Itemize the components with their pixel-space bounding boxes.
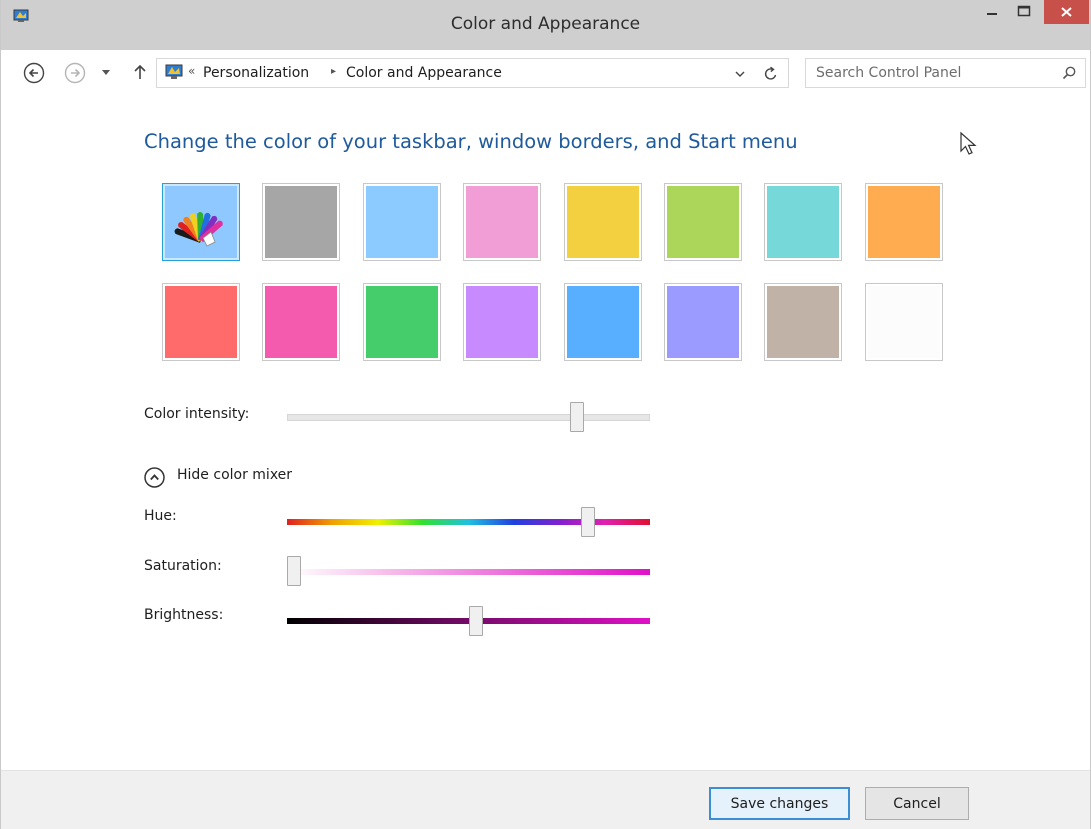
- color-swatch[interactable]: [864, 283, 943, 361]
- hide-color-mixer-label[interactable]: Hide color mixer: [177, 467, 292, 483]
- title-bar: Color and Appearance: [1, 0, 1090, 50]
- color-swatch[interactable]: [463, 283, 542, 361]
- automatic-color-swatch[interactable]: [162, 183, 240, 261]
- hue-label: Hue:: [144, 508, 177, 524]
- brightness-slider-thumb[interactable]: [468, 606, 483, 636]
- mouse-pointer-icon: [960, 131, 977, 155]
- back-arrow-icon[interactable]: [23, 62, 45, 84]
- save-changes-button[interactable]: Save changes: [709, 787, 850, 820]
- saturation-slider-thumb[interactable]: [287, 556, 302, 586]
- color-swatch[interactable]: [362, 283, 441, 361]
- search-icon[interactable]: [1061, 65, 1077, 81]
- swatch-fill: [365, 186, 438, 258]
- color-swatch[interactable]: [162, 283, 240, 361]
- swatch-fill: [265, 186, 338, 258]
- close-icon[interactable]: [1044, 0, 1089, 24]
- breadcrumb-color-and-appearance[interactable]: Color and Appearance: [346, 65, 502, 81]
- breadcrumb-overflow-icon[interactable]: «: [188, 64, 195, 78]
- color-swatch[interactable]: [362, 183, 441, 261]
- hue-slider-track[interactable]: [287, 519, 650, 525]
- refresh-icon[interactable]: [763, 66, 779, 82]
- swatch-fill: [667, 186, 739, 258]
- swatch-fill: [466, 186, 539, 258]
- swatch-fill: [867, 286, 940, 358]
- color-swatch[interactable]: [664, 183, 742, 261]
- control-panel-icon: [165, 64, 183, 79]
- forward-arrow-icon[interactable]: [64, 62, 86, 84]
- color-swatch[interactable]: [262, 183, 341, 261]
- color-palette-icon: [165, 186, 237, 258]
- hide-color-mixer-toggle[interactable]: Hide color mixer: [144, 466, 304, 488]
- minimize-icon[interactable]: [979, 0, 1005, 22]
- cancel-button[interactable]: Cancel: [865, 787, 969, 820]
- color-swatch[interactable]: [664, 283, 742, 361]
- maximize-icon[interactable]: [1011, 0, 1037, 22]
- color-intensity-label: Color intensity:: [144, 406, 250, 422]
- search-input[interactable]: [816, 63, 1046, 83]
- swatch-fill: [566, 286, 639, 358]
- color-swatch[interactable]: [262, 283, 341, 361]
- swatch-fill: [767, 186, 840, 258]
- search-box[interactable]: [805, 58, 1086, 88]
- color-swatch[interactable]: [463, 183, 542, 261]
- color-swatch[interactable]: [563, 183, 642, 261]
- color-swatch[interactable]: [764, 283, 843, 361]
- swatch-fill: [566, 186, 639, 258]
- swatch-fill: [767, 286, 840, 358]
- saturation-label: Saturation:: [144, 558, 222, 574]
- saturation-slider-track[interactable]: [287, 569, 650, 575]
- swatch-fill: [867, 186, 940, 258]
- breadcrumb-separator-icon[interactable]: ▸: [331, 66, 336, 77]
- color-intensity-track[interactable]: [287, 414, 650, 421]
- color-swatch[interactable]: [864, 183, 943, 261]
- page-heading: Change the color of your taskbar, window…: [144, 130, 798, 153]
- color-swatch[interactable]: [563, 283, 642, 361]
- color-and-appearance-window: Color and Appearance « Personalization ▸…: [0, 0, 1091, 829]
- swatch-fill: [165, 286, 237, 358]
- chevron-up-circle-icon[interactable]: [144, 467, 165, 488]
- swatch-fill: [466, 286, 539, 358]
- breadcrumb-personalization[interactable]: Personalization: [203, 65, 309, 81]
- dialog-footer: Save changes Cancel: [1, 770, 1090, 829]
- swatch-fill: [365, 286, 438, 358]
- address-dropdown-chevron-icon[interactable]: [733, 68, 747, 80]
- up-arrow-icon[interactable]: [131, 63, 149, 81]
- hue-slider-thumb[interactable]: [581, 507, 596, 537]
- swatch-fill: [667, 286, 739, 358]
- color-intensity-slider-thumb[interactable]: [570, 402, 585, 432]
- brightness-label: Brightness:: [144, 607, 224, 623]
- color-swatch[interactable]: [764, 183, 843, 261]
- swatch-fill: [265, 286, 338, 358]
- navigation-bar: « Personalization ▸ Color and Appearance: [1, 50, 1090, 96]
- recent-locations-chevron-down-icon[interactable]: [99, 65, 113, 79]
- address-bar[interactable]: « Personalization ▸ Color and Appearance: [156, 58, 789, 88]
- window-title: Color and Appearance: [450, 14, 641, 34]
